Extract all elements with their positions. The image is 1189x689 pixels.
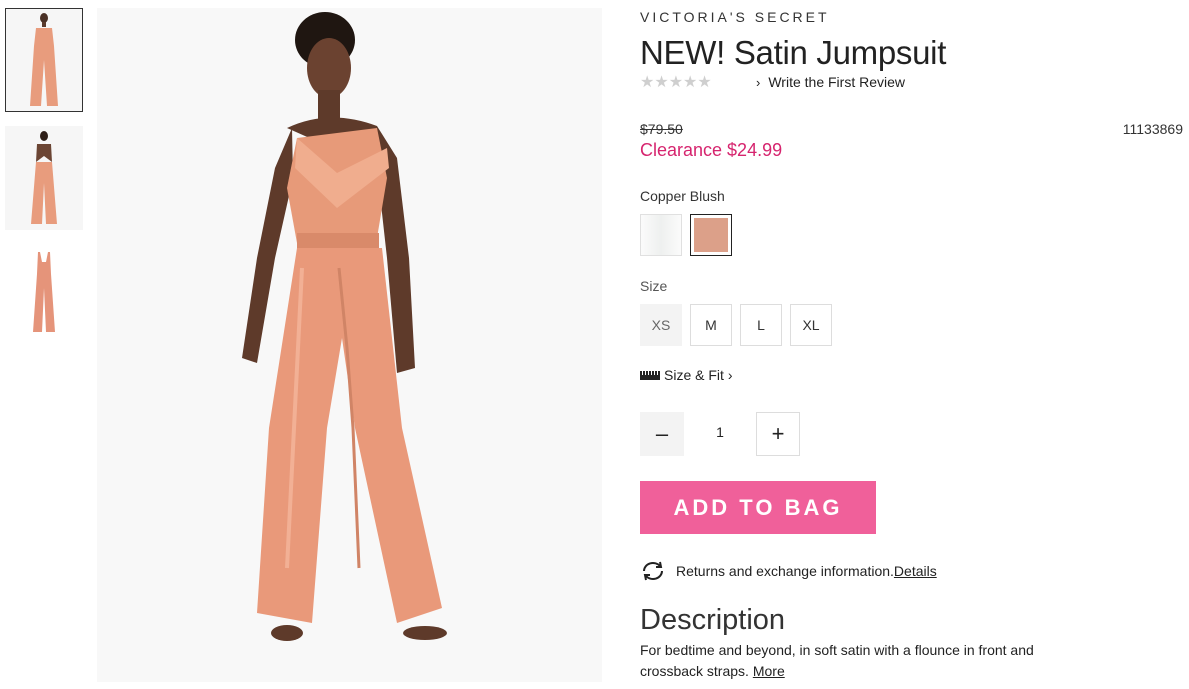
original-price: $79.50 [640,121,683,137]
chevron-right-icon: › [756,75,761,90]
size-label: Size [640,278,668,294]
description-text: For bedtime and beyond, in soft satin wi… [640,642,1034,679]
size-option-l[interactable]: L [740,304,782,346]
main-product-image [97,8,602,682]
chevron-right-icon: › [727,367,733,383]
color-swatch-copper-blush[interactable] [690,214,732,256]
size-fit-label: Size & Fit [664,367,724,383]
selected-color-name: Copper Blush [640,188,725,204]
quantity-value[interactable]: 1 [700,424,740,440]
product-sku: 11133869 [1122,121,1183,137]
returns-details-link[interactable]: Details [894,563,937,579]
thumbnail-front-image [30,13,58,106]
description-more-link[interactable]: More [753,663,785,679]
quantity-decrease-button[interactable]: – [640,412,684,456]
exchange-icon [643,561,663,581]
add-to-bag-button[interactable]: ADD TO BAG [640,481,876,534]
thumbnail-flat[interactable] [5,246,83,336]
returns-text: Returns and exchange information. [676,563,894,579]
sale-price: Clearance $24.99 [640,140,783,160]
write-review-label: Write the First Review [768,74,906,90]
size-option-xl[interactable]: XL [790,304,832,346]
size-option-m[interactable]: M [690,304,732,346]
thumbnail-flat-image [33,252,55,332]
size-fit-link[interactable]: Size & Fit › [640,367,733,383]
rating-stars: ★★★★★ [640,74,712,91]
thumbnail-back-image [31,131,57,224]
description-body: For bedtime and beyond, in soft satin wi… [640,640,1100,682]
swatch-fill [694,218,728,252]
write-review-link[interactable]: › Write the First Review [756,74,905,90]
color-swatch-white[interactable] [640,214,682,256]
returns-info: Returns and exchange information. Details [640,560,937,582]
model-photo [97,8,602,682]
description-heading: Description [640,604,786,636]
thumbnail-front[interactable] [5,8,83,112]
quantity-increase-button[interactable]: + [756,412,800,456]
brand-name: VICTORIA'S SECRET [640,9,830,25]
ruler-icon [640,370,660,380]
size-option-xs[interactable]: XS [640,304,682,346]
thumbnail-back[interactable] [5,126,83,230]
product-title: NEW! Satin Jumpsuit [640,34,947,71]
